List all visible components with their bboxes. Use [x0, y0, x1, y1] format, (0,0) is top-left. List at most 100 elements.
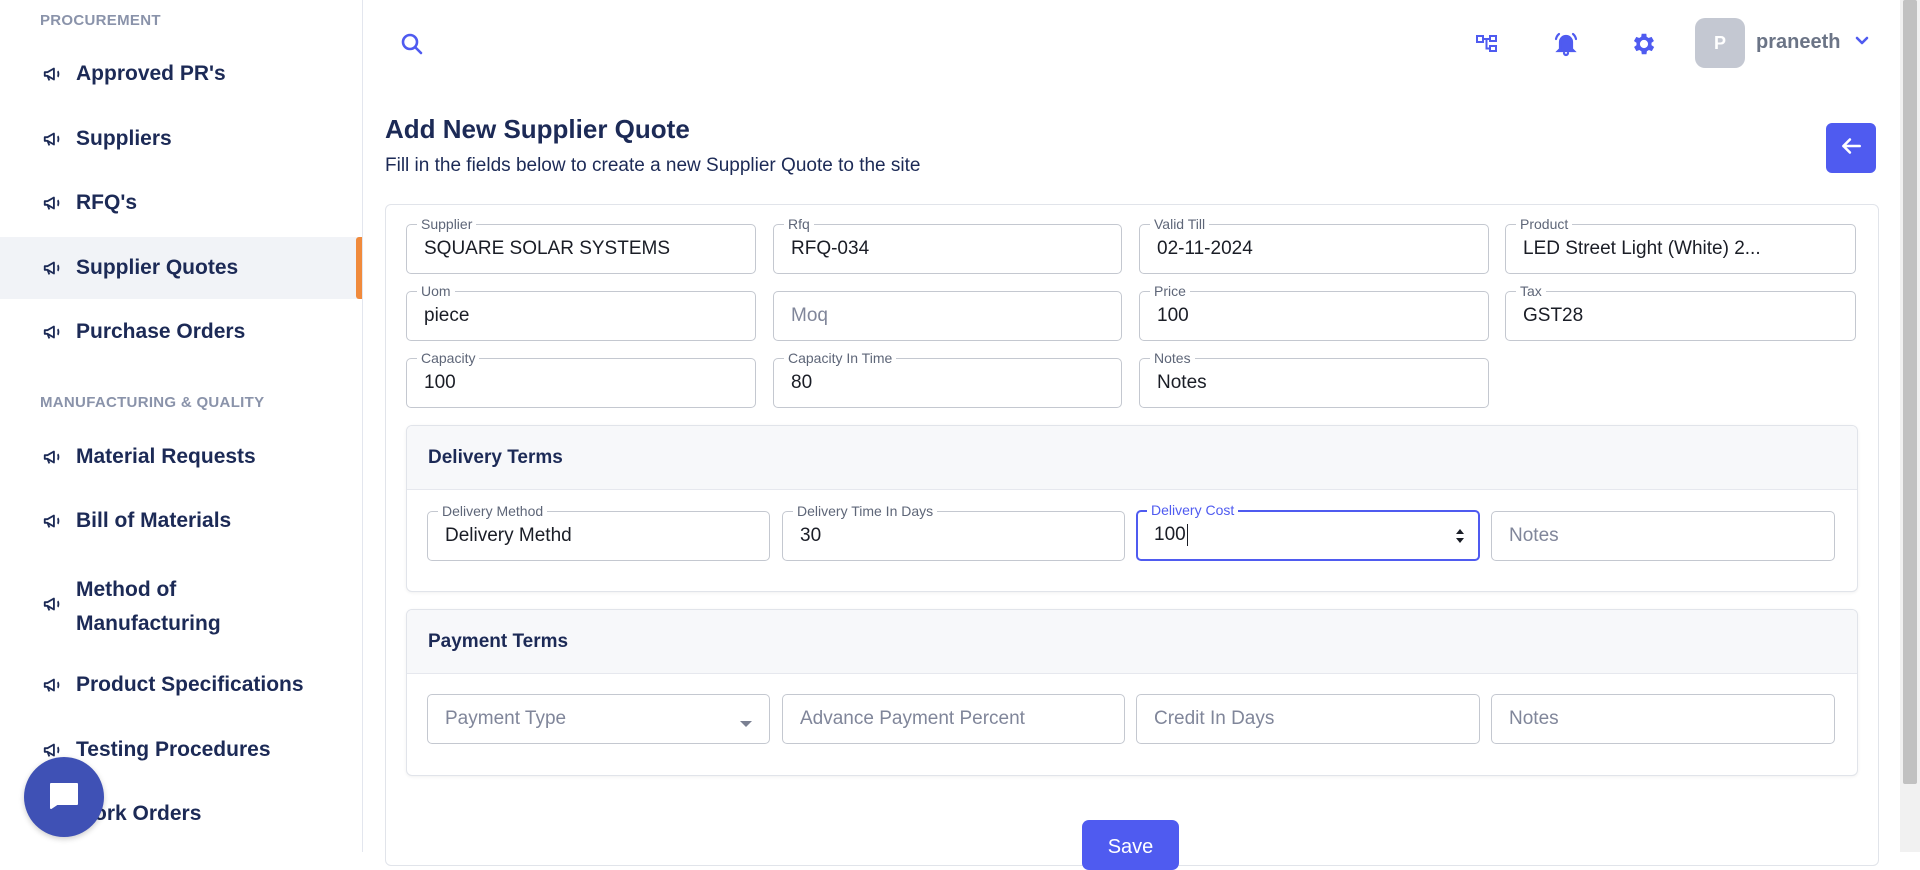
- rfq-field[interactable]: Rfq RFQ-034: [773, 215, 1122, 274]
- field-label: Capacity: [417, 349, 480, 367]
- uom-field[interactable]: Uom piece: [406, 282, 756, 341]
- price-field[interactable]: Price 100: [1139, 282, 1489, 341]
- megaphone-icon: [40, 591, 66, 617]
- payment-notes-field[interactable]: Notes: [1491, 694, 1835, 744]
- sidebar-item-rfqs[interactable]: RFQ's: [0, 172, 362, 234]
- payment-terms-title: Payment Terms: [428, 631, 569, 652]
- save-button[interactable]: Save: [1082, 820, 1179, 870]
- field-label: Delivery Cost: [1147, 501, 1239, 519]
- delivery-terms-header: Delivery Terms: [407, 426, 1857, 490]
- notes-field[interactable]: Notes Notes: [1139, 349, 1489, 408]
- field-value: LED Street Light (White) 2...: [1523, 238, 1761, 259]
- field-value: RFQ-034: [791, 238, 870, 259]
- sidebar-item-label: Material Requests: [76, 445, 256, 468]
- payment-terms-card: Payment Terms: [406, 609, 1858, 776]
- sidebar-item-purchase-orders[interactable]: Purchase Orders: [0, 301, 362, 363]
- megaphone-icon: [40, 190, 66, 216]
- credit-in-days-field[interactable]: Credit In Days: [1136, 694, 1480, 744]
- field-placeholder: Advance Payment Percent: [800, 708, 1025, 729]
- field-value: piece: [424, 305, 470, 326]
- delivery-terms-title: Delivery Terms: [428, 447, 563, 468]
- payment-type-select[interactable]: Payment Type: [427, 694, 770, 744]
- advance-payment-percent-field[interactable]: Advance Payment Percent: [782, 694, 1125, 744]
- page-subtitle: Fill in the fields below to create a new…: [385, 155, 921, 176]
- sidebar-item-suppliers[interactable]: Suppliers: [0, 108, 362, 170]
- chat-icon: [47, 780, 81, 815]
- supplier-field[interactable]: Supplier SQUARE SOLAR SYSTEMS: [406, 215, 756, 274]
- arrow-left-icon: [1838, 133, 1864, 164]
- field-placeholder: Credit In Days: [1154, 708, 1275, 729]
- field-value: SQUARE SOLAR SYSTEMS: [424, 238, 671, 259]
- field-value: 02-11-2024: [1157, 238, 1253, 259]
- sidebar-item-label: Product Specifications: [76, 673, 304, 696]
- field-value: 80: [791, 372, 813, 393]
- top-bar: [363, 0, 1900, 88]
- sidebar-item-label: Purchase Orders: [76, 320, 246, 343]
- delivery-cost-field[interactable]: Delivery Cost 100: [1136, 501, 1480, 561]
- megaphone-icon: [40, 126, 66, 152]
- sidebar-item-label: Supplier Quotes: [76, 256, 239, 279]
- field-label: Tax: [1516, 282, 1546, 300]
- capacity-in-time-field[interactable]: Capacity In Time 80: [773, 349, 1122, 408]
- field-label: Delivery Method: [438, 502, 548, 520]
- megaphone-icon: [40, 444, 66, 470]
- page-title: Add New Supplier Quote: [385, 114, 690, 144]
- gear-icon[interactable]: [1629, 29, 1659, 59]
- sidebar-item-label: Approved PR's: [76, 62, 226, 85]
- field-label: Delivery Time In Days: [793, 502, 938, 520]
- field-label: Supplier: [417, 215, 477, 233]
- search-icon[interactable]: [398, 30, 426, 58]
- sidebar-item-product-specifications[interactable]: Product Specifications: [0, 654, 362, 716]
- moq-field[interactable]: Moq: [773, 291, 1122, 341]
- section-title-procurement: PROCUREMENT: [40, 12, 161, 29]
- delivery-method-field[interactable]: Delivery Method Delivery Methd: [427, 502, 770, 561]
- valid-till-field[interactable]: Valid Till 02-11-2024: [1139, 215, 1489, 274]
- section-title-manufacturing-quality: MANUFACTURING & QUALITY: [40, 394, 265, 411]
- delivery-terms-card: Delivery Terms: [406, 425, 1858, 592]
- field-placeholder: Notes: [1509, 708, 1559, 729]
- sidebar-item-approved-prs[interactable]: Approved PR's: [0, 43, 362, 105]
- back-button[interactable]: [1826, 123, 1876, 173]
- sidebar-item-bill-of-materials[interactable]: Bill of Materials: [0, 490, 362, 552]
- sidebar-item-label: Bill of Materials: [76, 509, 232, 532]
- sidebar-item-material-requests[interactable]: Material Requests: [0, 426, 362, 488]
- number-spinner-icon[interactable]: [1454, 526, 1466, 551]
- field-value: 30: [800, 525, 822, 546]
- field-value: 100: [1154, 524, 1188, 546]
- field-value: Notes: [1157, 372, 1207, 393]
- chat-launcher-button[interactable]: [24, 757, 104, 837]
- sidebar: PROCUREMENT Approved PR's Suppliers RFQ'…: [0, 0, 363, 852]
- field-placeholder: Notes: [1509, 525, 1559, 546]
- megaphone-icon: [40, 508, 66, 534]
- field-label: Price: [1150, 282, 1190, 300]
- field-label: Rfq: [784, 215, 814, 233]
- tax-field[interactable]: Tax GST28: [1505, 282, 1856, 341]
- field-value: 100: [1157, 305, 1189, 326]
- avatar[interactable]: P: [1695, 18, 1745, 68]
- delivery-time-field[interactable]: Delivery Time In Days 30: [782, 502, 1125, 561]
- megaphone-icon: [40, 255, 66, 281]
- dropdown-arrow-icon: [739, 715, 753, 733]
- field-value: 100: [424, 372, 456, 393]
- sidebar-item-supplier-quotes[interactable]: Supplier Quotes: [0, 237, 362, 299]
- field-label: Valid Till: [1150, 215, 1210, 233]
- sidebar-item-label: Method of: [76, 578, 177, 601]
- field-label: Product: [1516, 215, 1573, 233]
- sidebar-item-label: ork Orders: [94, 802, 202, 825]
- capacity-field[interactable]: Capacity 100: [406, 349, 756, 408]
- hierarchy-icon[interactable]: [1473, 31, 1501, 59]
- chevron-down-icon[interactable]: [1851, 30, 1873, 52]
- field-label: Notes: [1150, 349, 1195, 367]
- page-scrollbar-thumb[interactable]: [1903, 0, 1917, 784]
- username-label[interactable]: praneeth: [1756, 31, 1840, 54]
- bell-icon[interactable]: [1551, 29, 1581, 59]
- sidebar-item-label: Testing Procedures: [76, 738, 271, 761]
- delivery-notes-field[interactable]: Notes: [1491, 511, 1835, 561]
- sidebar-item-method-of-manufacturing[interactable]: Method of Manufacturing: [0, 567, 362, 641]
- sidebar-item-label: Suppliers: [76, 127, 172, 150]
- field-label: Capacity In Time: [784, 349, 897, 367]
- payment-terms-header: Payment Terms: [407, 610, 1857, 674]
- product-field[interactable]: Product LED Street Light (White) 2...: [1505, 215, 1856, 274]
- sidebar-item-label: RFQ's: [76, 191, 138, 214]
- field-placeholder: Moq: [791, 305, 828, 326]
